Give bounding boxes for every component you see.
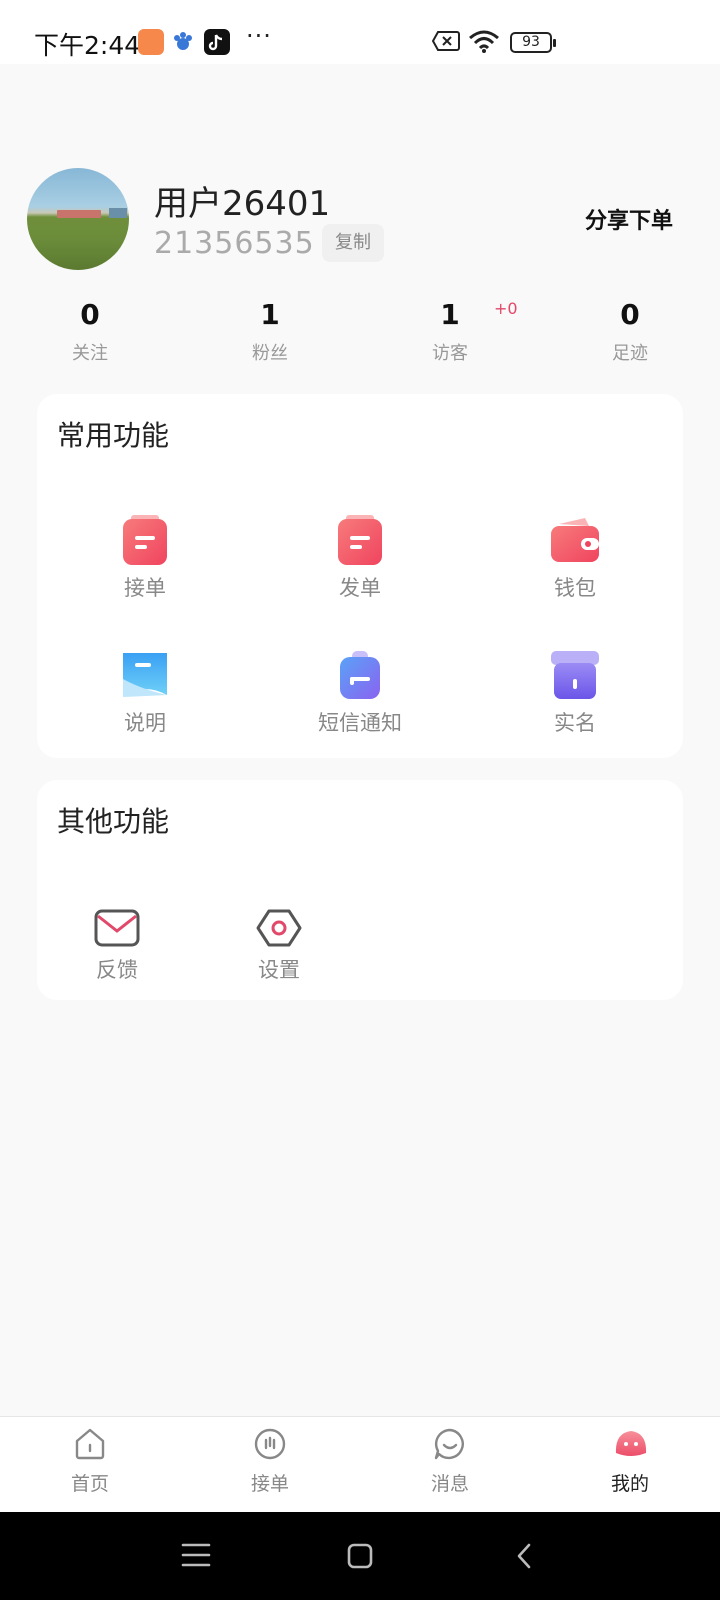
nav-label: 接单 — [250, 1473, 289, 1495]
stat-label: 足迹 — [612, 343, 648, 364]
mine-icon — [613, 1427, 647, 1461]
func-publish-order[interactable]: 发单 — [280, 514, 440, 602]
common-functions-title: 常用功能 — [57, 419, 170, 452]
system-nav-bar — [0, 1512, 720, 1600]
shopping-app-icon — [138, 29, 164, 55]
user-id: 21356535 — [154, 226, 315, 261]
func-feedback[interactable]: 反馈 — [37, 908, 197, 984]
nav-order[interactable]: 接单 — [210, 1417, 330, 1513]
nav-label: 首页 — [70, 1473, 109, 1495]
no-sim-icon — [431, 30, 460, 56]
wallet-icon — [551, 514, 599, 566]
func-label: 说明 — [124, 711, 166, 735]
bottom-nav: 首页 接单 消息 我的 — [0, 1416, 720, 1512]
settings-icon — [256, 908, 302, 948]
battery-indicator: 93 — [510, 32, 556, 53]
func-real-name[interactable]: 实名 — [495, 649, 655, 737]
real-name-icon — [551, 649, 599, 701]
home-square-icon[interactable] — [347, 1543, 373, 1573]
nav-label: 我的 — [610, 1473, 649, 1495]
stat-footprints[interactable]: 0 足迹 — [570, 298, 690, 365]
menu-icon[interactable] — [181, 1542, 211, 1572]
func-instructions[interactable]: 说明 — [65, 649, 225, 737]
nav-messages[interactable]: 消息 — [390, 1417, 510, 1513]
tiktok-icon — [204, 29, 230, 55]
stat-value: 0 — [620, 298, 640, 331]
func-sms-notify[interactable]: 短信通知 — [280, 649, 440, 737]
order-icon — [253, 1427, 287, 1461]
stat-value: 1 — [440, 298, 460, 331]
func-wallet[interactable]: 钱包 — [495, 514, 655, 602]
copy-button[interactable]: 复制 — [322, 224, 384, 262]
visitor-increment-badge: +0 — [494, 299, 518, 318]
func-label: 反馈 — [96, 958, 138, 982]
share-order-button[interactable]: 分享下单 — [585, 203, 673, 235]
status-time: 下午2:44 — [34, 31, 141, 60]
func-label: 钱包 — [554, 576, 596, 600]
mail-icon — [94, 908, 140, 948]
instruction-icon — [121, 649, 169, 701]
func-label: 短信通知 — [318, 711, 402, 735]
stat-value: 0 — [80, 298, 100, 331]
stat-label: 关注 — [72, 343, 108, 364]
avatar[interactable] — [27, 168, 129, 270]
nav-mine[interactable]: 我的 — [570, 1417, 690, 1513]
other-functions-card: 其他功能 反馈 设置 — [37, 780, 683, 1000]
func-label: 接单 — [124, 576, 166, 600]
home-icon — [73, 1427, 107, 1461]
stat-label: 粉丝 — [252, 343, 288, 364]
nav-label: 消息 — [430, 1473, 469, 1495]
order-receive-icon — [121, 514, 169, 566]
message-icon — [433, 1427, 467, 1461]
nav-home[interactable]: 首页 — [30, 1417, 150, 1513]
baidu-icon — [170, 29, 196, 55]
func-receive-order[interactable]: 接单 — [65, 514, 225, 602]
wifi-icon — [468, 30, 500, 58]
func-label: 实名 — [554, 711, 596, 735]
stat-label: 访客 — [432, 343, 468, 364]
stat-followers[interactable]: 1 粉丝 — [210, 298, 330, 365]
more-notifications-icon: ··· — [246, 22, 272, 50]
other-functions-title: 其他功能 — [57, 805, 170, 838]
status-bar: 下午2:44 ··· 93 — [0, 0, 720, 64]
common-functions-card: 常用功能 接单 发单 钱包 说明 短信通知 实名 — [37, 394, 683, 758]
stat-visitors[interactable]: 1 访客 — [390, 298, 510, 365]
func-label: 设置 — [258, 958, 300, 982]
username: 用户26401 — [154, 184, 331, 224]
func-settings[interactable]: 设置 — [199, 908, 359, 984]
order-publish-icon — [336, 514, 384, 566]
stat-following[interactable]: 0 关注 — [30, 298, 150, 365]
func-label: 发单 — [339, 576, 381, 600]
stat-value: 1 — [260, 298, 280, 331]
back-icon[interactable] — [515, 1542, 533, 1574]
sms-notify-icon — [336, 649, 384, 701]
